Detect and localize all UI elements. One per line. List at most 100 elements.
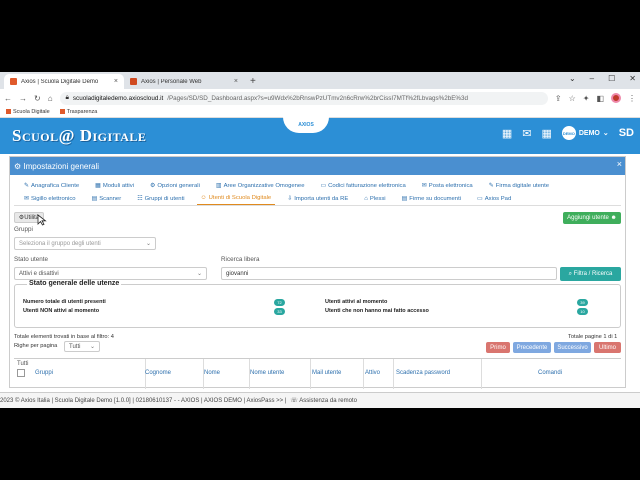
tab-label: Sigillo elettronico bbox=[31, 195, 76, 202]
settings-tab[interactable]: ✉ Posta elettronica bbox=[418, 179, 477, 192]
tab-label: Aree Organizzative Omogenee bbox=[223, 182, 305, 189]
chevron-down-icon: ⌄ bbox=[602, 130, 609, 137]
maximize-icon[interactable]: ☐ bbox=[608, 74, 615, 83]
tab-icon: ▤ bbox=[401, 196, 408, 202]
tab-icon: ✉ bbox=[421, 183, 427, 189]
stat-badge: 10 bbox=[577, 308, 588, 315]
reload-icon[interactable]: ↻ bbox=[34, 94, 41, 103]
bookmark-item[interactable]: Trasparenza bbox=[59, 109, 97, 115]
ultimo-button[interactable]: Ultimo bbox=[594, 342, 621, 353]
footer-bar: 2023 © Axios Italia | Scuola Digitale De… bbox=[0, 392, 640, 408]
bookmark-item[interactable]: Scuola Digitale bbox=[6, 109, 50, 115]
settings-tabs-row-1: ✎ Anagrafica Cliente ▦ Moduli attivi ⚙ Opzion… bbox=[10, 175, 625, 192]
address-toolbar: ← → ↻ ⌂ 🔒︎ scuoladigitaledemo.axioscloud… bbox=[0, 89, 640, 107]
add-user-button[interactable]: Aggiungi utente ☻ bbox=[563, 212, 621, 224]
close-icon[interactable]: × bbox=[617, 159, 622, 169]
settings-tab[interactable]: ⇩ Importa utenti da RE bbox=[283, 192, 352, 205]
ricerca-libera-label: Ricerca libera bbox=[221, 256, 260, 263]
tab-label: Firme su documenti bbox=[409, 195, 462, 202]
browser-tab-2[interactable]: Axios | Personale Web × bbox=[124, 74, 244, 89]
extensions-icon[interactable]: ✦ bbox=[583, 94, 590, 103]
ricerca-libera-input[interactable]: giovanni bbox=[221, 267, 557, 280]
settings-tabs-row-2: ✉ Sigillo elettronico ▤ Scanner ☷ Gruppi di u… bbox=[10, 192, 625, 205]
tab-close-icon[interactable]: × bbox=[114, 78, 118, 85]
settings-tab[interactable]: ⚙ Opzioni generali bbox=[146, 179, 204, 192]
calendar-icon[interactable]: ▦ bbox=[502, 127, 512, 140]
users-table-header: Tutti Gruppi Cognome Nome Nome utente Ma… bbox=[14, 358, 621, 389]
url-domain: scuoladigitaledemo.axioscloud.it bbox=[72, 94, 164, 102]
tab-icon: ☺ bbox=[200, 195, 207, 201]
url-path: /Pages/SD/SD_Dashboard.aspx?s=u9Wdx%2bRn… bbox=[167, 94, 469, 102]
tab-icon: ☷ bbox=[137, 196, 143, 202]
url-bar[interactable]: 🔒︎ scuoladigitaledemo.axioscloud.it/Page… bbox=[59, 91, 548, 105]
lock-icon[interactable]: 🔒︎ bbox=[66, 94, 69, 102]
forward-icon[interactable]: → bbox=[19, 94, 27, 103]
column-header[interactable]: Cognome bbox=[145, 370, 171, 376]
filtra-ricerca-button[interactable]: ⌕ Filtra / Ricerca bbox=[560, 267, 621, 281]
remote-assist-link[interactable]: ☏ Assistenza da remoto bbox=[290, 397, 357, 404]
stato-utente-label: Stato utente bbox=[14, 256, 48, 263]
stat-label: Utenti attivi al momento bbox=[325, 299, 388, 305]
settings-tab[interactable]: ▥ Aree Organizzative Omogenee bbox=[212, 179, 309, 192]
tab-icon: ✎ bbox=[24, 183, 30, 189]
settings-tab[interactable]: ⌂ Plessi bbox=[360, 192, 389, 205]
browser-tab-1[interactable]: Axios | Scuola Digitale Demo × bbox=[4, 74, 124, 89]
settings-tab[interactable]: ☺ Utenti di Scuola Digitale bbox=[196, 192, 276, 205]
settings-tab[interactable]: ✉ Sigillo elettronico bbox=[20, 192, 80, 205]
column-header[interactable]: Attivo bbox=[365, 370, 380, 376]
sd-label: SD bbox=[618, 127, 634, 139]
column-header[interactable]: Mail utente bbox=[312, 370, 341, 376]
column-header[interactable]: Gruppi bbox=[35, 370, 53, 376]
stato-generale-legend: Stato generale delle utenze bbox=[27, 280, 122, 287]
back-icon[interactable]: ← bbox=[4, 94, 12, 103]
gruppi-select[interactable]: Seleziona il gruppo degli utenti ⌄ bbox=[14, 237, 156, 250]
tab-label: Plessi bbox=[369, 195, 386, 202]
window-close-icon[interactable]: ✕ bbox=[629, 74, 636, 83]
settings-tab[interactable]: ▦ Moduli attivi bbox=[91, 179, 138, 192]
column-header: Tutti bbox=[17, 361, 29, 367]
righe-per-pagina-select[interactable]: Tutti ⌄ bbox=[64, 341, 100, 352]
app-logo[interactable]: Scuol@ Digitale bbox=[12, 126, 146, 146]
settings-tab[interactable]: ✎ Anagrafica Cliente bbox=[20, 179, 83, 192]
settings-panel: ⚙ Impostazioni generali × ✎ Anagrafica Cl… bbox=[9, 156, 626, 389]
settings-tab[interactable]: ▭ Codici fatturazione elettronica bbox=[316, 179, 409, 192]
share-icon[interactable]: ⇪ bbox=[555, 94, 562, 103]
menu-icon[interactable]: ⋮ bbox=[628, 94, 636, 103]
tab-icon: ✎ bbox=[488, 183, 494, 189]
successivo-button[interactable]: Successivo bbox=[554, 342, 591, 353]
primo-button[interactable]: Primo bbox=[486, 342, 510, 353]
minimize-icon[interactable]: – bbox=[590, 74, 594, 83]
stat-badge: 33 bbox=[274, 308, 285, 315]
profile-avatar-icon[interactable] bbox=[611, 93, 621, 103]
stato-utente-select[interactable]: Attivi e disattivi ⌄ bbox=[14, 267, 207, 280]
settings-tab[interactable]: ▤ Firme su documenti bbox=[398, 192, 465, 205]
tab-label: Gruppi di utenti bbox=[144, 195, 185, 202]
mail-icon[interactable]: ✉ bbox=[522, 127, 531, 140]
new-tab-button[interactable]: + bbox=[244, 74, 262, 89]
bookmark-star-icon[interactable]: ☆ bbox=[569, 94, 576, 103]
axios-favicon-icon bbox=[130, 78, 137, 85]
settings-tab[interactable]: ✎ Firma digitale utente bbox=[485, 179, 553, 192]
settings-tab[interactable]: ☷ Gruppi di utenti bbox=[133, 192, 188, 205]
column-header[interactable]: Nome utente bbox=[250, 370, 284, 376]
totale-pagine: Totale pagine 1 di 1 bbox=[568, 334, 618, 340]
gruppi-label: Gruppi bbox=[14, 226, 33, 233]
tab-close-icon[interactable]: × bbox=[234, 78, 238, 85]
browser-window: Axios | Scuola Digitale Demo × Axios | P… bbox=[0, 72, 640, 408]
tab-label: Opzioni generali bbox=[157, 182, 200, 189]
footer-text: 2023 © Axios Italia | Scuola Digitale De… bbox=[0, 397, 287, 404]
stat-label: Utenti NON attivi al momento bbox=[23, 308, 100, 314]
home-icon[interactable]: ⌂ bbox=[48, 94, 53, 103]
column-header[interactable]: Scadenza password bbox=[396, 370, 450, 376]
sidebar-icon[interactable]: ◧ bbox=[596, 94, 604, 103]
grid-icon[interactable]: ▦ bbox=[541, 127, 551, 140]
settings-tab[interactable]: ▤ Scanner bbox=[88, 192, 126, 205]
settings-tab[interactable]: ▭ Axios Pad bbox=[473, 192, 515, 205]
tab-search-icon[interactable]: ⌄ bbox=[569, 74, 576, 83]
precedente-button[interactable]: Precedente bbox=[513, 342, 551, 353]
select-all-checkbox[interactable] bbox=[17, 369, 25, 377]
tab-icon: ⌂ bbox=[364, 195, 368, 202]
user-menu[interactable]: DEMO DEMO ⌄ bbox=[561, 126, 609, 140]
column-header[interactable]: Nome bbox=[204, 370, 220, 376]
totale-elementi: Totale elementi trovati in base al filtr… bbox=[14, 334, 114, 340]
